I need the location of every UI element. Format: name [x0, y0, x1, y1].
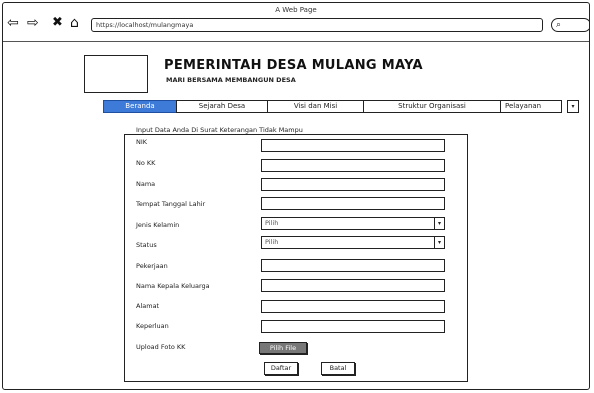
forward-arrow-icon[interactable]: ⇨	[27, 16, 39, 30]
pekerjaan-input[interactable]	[261, 259, 445, 272]
choose-file-button[interactable]: Pilih File	[259, 342, 307, 354]
url-bar[interactable]: https://localhost/mulangmaya	[91, 18, 543, 32]
upload-foto-kk-label: Upload Foto KK	[136, 343, 186, 351]
toolbar-divider	[3, 41, 589, 42]
tempat-tanggal-lahir-label: Tempat Tanggal Lahir	[136, 200, 206, 208]
home-icon[interactable]: ⌂	[70, 16, 79, 30]
form-heading: Input Data Anda Di Surat Keterangan Tida…	[136, 126, 303, 134]
site-subtitle: MARI BERSAMA MEMBANGUN DESA	[166, 76, 296, 84]
chevron-down-icon: ▾	[434, 218, 444, 229]
alamat-input[interactable]	[261, 300, 445, 313]
alamat-label: Alamat	[136, 302, 160, 310]
nama-kepala-keluarga-label: Nama Kepala Keluarga	[136, 282, 210, 290]
nik-input[interactable]	[261, 139, 445, 152]
chevron-down-icon[interactable]: ▾	[567, 100, 579, 113]
no-kk-label: No KK	[136, 159, 156, 167]
nama-kepala-keluarga-input[interactable]	[261, 279, 445, 292]
jenis-kelamin-select[interactable]: Pilih ▾	[261, 217, 445, 230]
site-title: PEMERINTAH DESA MULANG MAYA	[164, 58, 423, 73]
back-arrow-icon[interactable]: ⇦	[7, 16, 19, 30]
status-value: Pilih	[265, 238, 279, 246]
pekerjaan-label: Pekerjaan	[136, 262, 168, 270]
menu-item-pelayanan-label: Pelayanan	[505, 102, 542, 110]
menu-item-beranda[interactable]: Beranda	[103, 100, 177, 113]
search-button[interactable]: ⌕	[551, 18, 589, 32]
search-icon: ⌕	[556, 20, 562, 30]
submit-button[interactable]: Daftar	[264, 362, 298, 375]
nik-label: NIK	[136, 138, 148, 146]
nama-label: Nama	[136, 180, 156, 188]
status-select[interactable]: Pilih ▾	[261, 236, 445, 249]
keperluan-label: Keperluan	[136, 322, 169, 330]
tempat-tanggal-lahir-input[interactable]	[261, 197, 445, 210]
close-icon[interactable]: ✖	[52, 16, 63, 30]
no-kk-input[interactable]	[261, 159, 445, 172]
main-menu: Beranda Sejarah Desa Visi dan Misi Struk…	[103, 100, 585, 113]
nama-input[interactable]	[261, 178, 445, 191]
window-title: A Web Page	[275, 6, 317, 14]
cancel-button[interactable]: Batal	[321, 362, 355, 375]
menu-item-pelayanan[interactable]: Pelayanan	[500, 100, 562, 113]
status-label: Status	[136, 241, 157, 249]
menu-item-struktur-organisasi[interactable]: Struktur Organisasi	[363, 100, 501, 113]
jenis-kelamin-label: Jenis Kelamin	[136, 221, 180, 229]
keperluan-input[interactable]	[261, 320, 445, 333]
logo-placeholder	[84, 55, 148, 93]
chevron-down-icon: ▾	[434, 237, 444, 248]
jenis-kelamin-value: Pilih	[265, 219, 279, 227]
menu-item-visi-misi[interactable]: Visi dan Misi	[267, 100, 364, 113]
menu-item-sejarah-desa[interactable]: Sejarah Desa	[176, 100, 268, 113]
